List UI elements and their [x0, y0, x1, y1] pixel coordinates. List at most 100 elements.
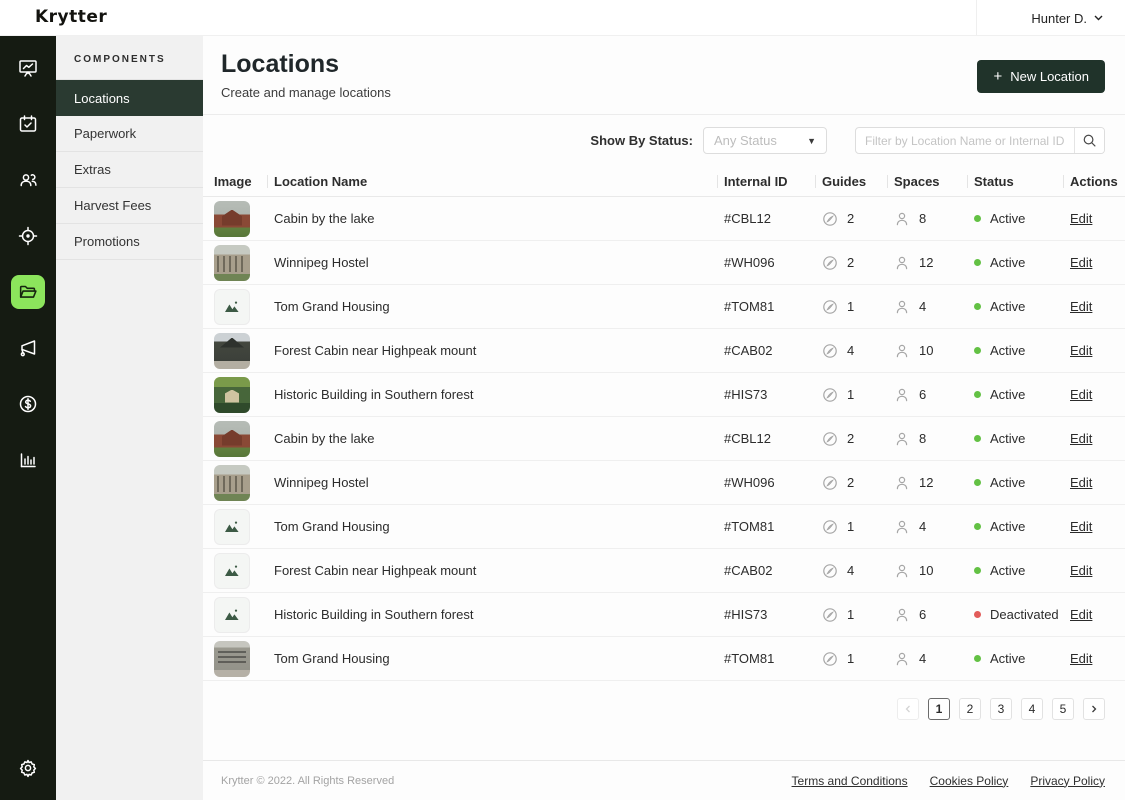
main-content: Locations Create and manage locations + …: [203, 36, 1125, 800]
person-icon: [896, 476, 908, 489]
person-icon: [896, 388, 908, 401]
status-cell: Active: [974, 651, 1058, 666]
cookies-link[interactable]: Cookies Policy: [930, 774, 1009, 788]
internal-id: #CAB02: [724, 343, 773, 358]
footer-links: Terms and Conditions Cookies Policy Priv…: [792, 774, 1105, 788]
location-thumbnail: [214, 244, 250, 281]
status-filter-label: Show By Status:: [590, 133, 693, 148]
edit-link[interactable]: Edit: [1070, 563, 1092, 578]
spaces-cell: 10: [894, 563, 962, 579]
status-cell: Active: [974, 299, 1058, 314]
status-dot: [974, 611, 981, 618]
page-subtitle: Create and manage locations: [221, 85, 391, 100]
pagination: 1 2 3 4 5: [203, 681, 1125, 720]
compass-icon: [823, 387, 837, 402]
settings-gear-icon[interactable]: [8, 748, 48, 788]
guides-count: 2: [847, 431, 855, 446]
compass-icon: [823, 563, 837, 578]
location-name: Winnipeg Hostel: [274, 475, 369, 490]
spaces-cell: 12: [894, 475, 962, 491]
guides-cell: 2: [822, 475, 882, 491]
edit-link[interactable]: Edit: [1070, 431, 1092, 446]
guides-count: 1: [847, 607, 855, 622]
locator-target-icon[interactable]: [8, 216, 48, 256]
announcements-megaphone-icon[interactable]: [8, 328, 48, 368]
brand-logo: Krytter: [35, 7, 108, 27]
sidebar-item-harvest-fees[interactable]: Harvest Fees: [56, 188, 203, 224]
pagination-next-button[interactable]: [1083, 698, 1105, 720]
status-dot: [974, 655, 981, 662]
table-row: Tom Grand Housing #TOM81 1 4 Active Edit: [203, 505, 1125, 549]
dashboard-icon[interactable]: [8, 48, 48, 88]
guides-cell: 1: [822, 387, 882, 403]
compass-icon: [823, 211, 837, 226]
pagination-page-5[interactable]: 5: [1052, 698, 1074, 720]
guides-cell: 2: [822, 431, 882, 447]
privacy-link[interactable]: Privacy Policy: [1030, 774, 1105, 788]
location-name: Tom Grand Housing: [274, 299, 390, 314]
tasks-calendar-icon[interactable]: [8, 104, 48, 144]
sidebar-item-promotions[interactable]: Promotions: [56, 224, 203, 260]
location-thumbnail: [214, 376, 250, 413]
edit-link[interactable]: Edit: [1070, 211, 1092, 226]
status-label: Active: [990, 563, 1026, 578]
search-icon: [1083, 134, 1096, 147]
reports-chart-icon[interactable]: [8, 440, 48, 480]
compass-icon: [823, 255, 837, 270]
pagination-prev-button[interactable]: [897, 698, 919, 720]
compass-icon: [823, 651, 837, 666]
edit-link[interactable]: Edit: [1070, 255, 1092, 270]
table-row: Tom Grand Housing #TOM81 1 4 Active Edit: [203, 637, 1125, 681]
edit-link[interactable]: Edit: [1070, 299, 1092, 314]
status-dot: [974, 479, 981, 486]
guides-count: 2: [847, 255, 855, 270]
sidebar-item-paperwork[interactable]: Paperwork: [56, 116, 203, 152]
edit-link[interactable]: Edit: [1070, 343, 1092, 358]
pagination-page-3[interactable]: 3: [990, 698, 1012, 720]
status-cell: Active: [974, 343, 1058, 358]
page-title: Locations: [221, 50, 340, 78]
spaces-cell: 6: [894, 387, 962, 403]
components-sidebar: COMPONENTS Locations Paperwork Extras Ha…: [56, 36, 203, 800]
edit-link[interactable]: Edit: [1070, 519, 1092, 534]
column-header-internal-id: Internal ID: [717, 174, 810, 189]
status-filter-select[interactable]: Any Status ▼: [703, 127, 827, 154]
search-button[interactable]: [1074, 128, 1104, 153]
table-row: Historic Building in Southern forest #HI…: [203, 593, 1125, 637]
person-icon: [896, 432, 908, 445]
edit-link[interactable]: Edit: [1070, 607, 1092, 622]
edit-link[interactable]: Edit: [1070, 387, 1092, 402]
new-location-button[interactable]: + New Location: [977, 60, 1105, 93]
column-header-spaces: Spaces: [887, 174, 962, 189]
search-box: [855, 127, 1105, 154]
compass-icon: [823, 519, 837, 534]
location-name: Forest Cabin near Highpeak mount: [274, 563, 477, 578]
pagination-page-4[interactable]: 4: [1021, 698, 1043, 720]
status-label: Active: [990, 343, 1026, 358]
users-icon[interactable]: [8, 160, 48, 200]
edit-link[interactable]: Edit: [1070, 475, 1092, 490]
image-placeholder-icon: [214, 288, 250, 325]
pagination-page-1[interactable]: 1: [928, 698, 950, 720]
spaces-cell: 12: [894, 255, 962, 271]
status-cell: Active: [974, 519, 1058, 534]
guides-count: 2: [847, 475, 855, 490]
spaces-cell: 6: [894, 607, 962, 623]
status-filter-value: Any Status: [714, 133, 777, 148]
terms-link[interactable]: Terms and Conditions: [792, 774, 908, 788]
spaces-count: 10: [919, 563, 934, 578]
user-menu[interactable]: Hunter D.: [1031, 0, 1103, 36]
search-input[interactable]: [856, 128, 1074, 153]
payments-dollar-icon[interactable]: [8, 384, 48, 424]
sidebar-item-locations[interactable]: Locations: [56, 80, 203, 116]
person-icon: [896, 608, 908, 621]
internal-id: #TOM81: [724, 651, 775, 666]
column-header-image: Image: [214, 173, 252, 189]
edit-link[interactable]: Edit: [1070, 651, 1092, 666]
pagination-page-2[interactable]: 2: [959, 698, 981, 720]
sidebar-item-extras[interactable]: Extras: [56, 152, 203, 188]
status-label: Deactivated: [990, 607, 1059, 622]
status-cell: Active: [974, 387, 1058, 402]
locations-folder-icon[interactable]: [11, 275, 45, 309]
image-placeholder-icon: [214, 508, 250, 545]
